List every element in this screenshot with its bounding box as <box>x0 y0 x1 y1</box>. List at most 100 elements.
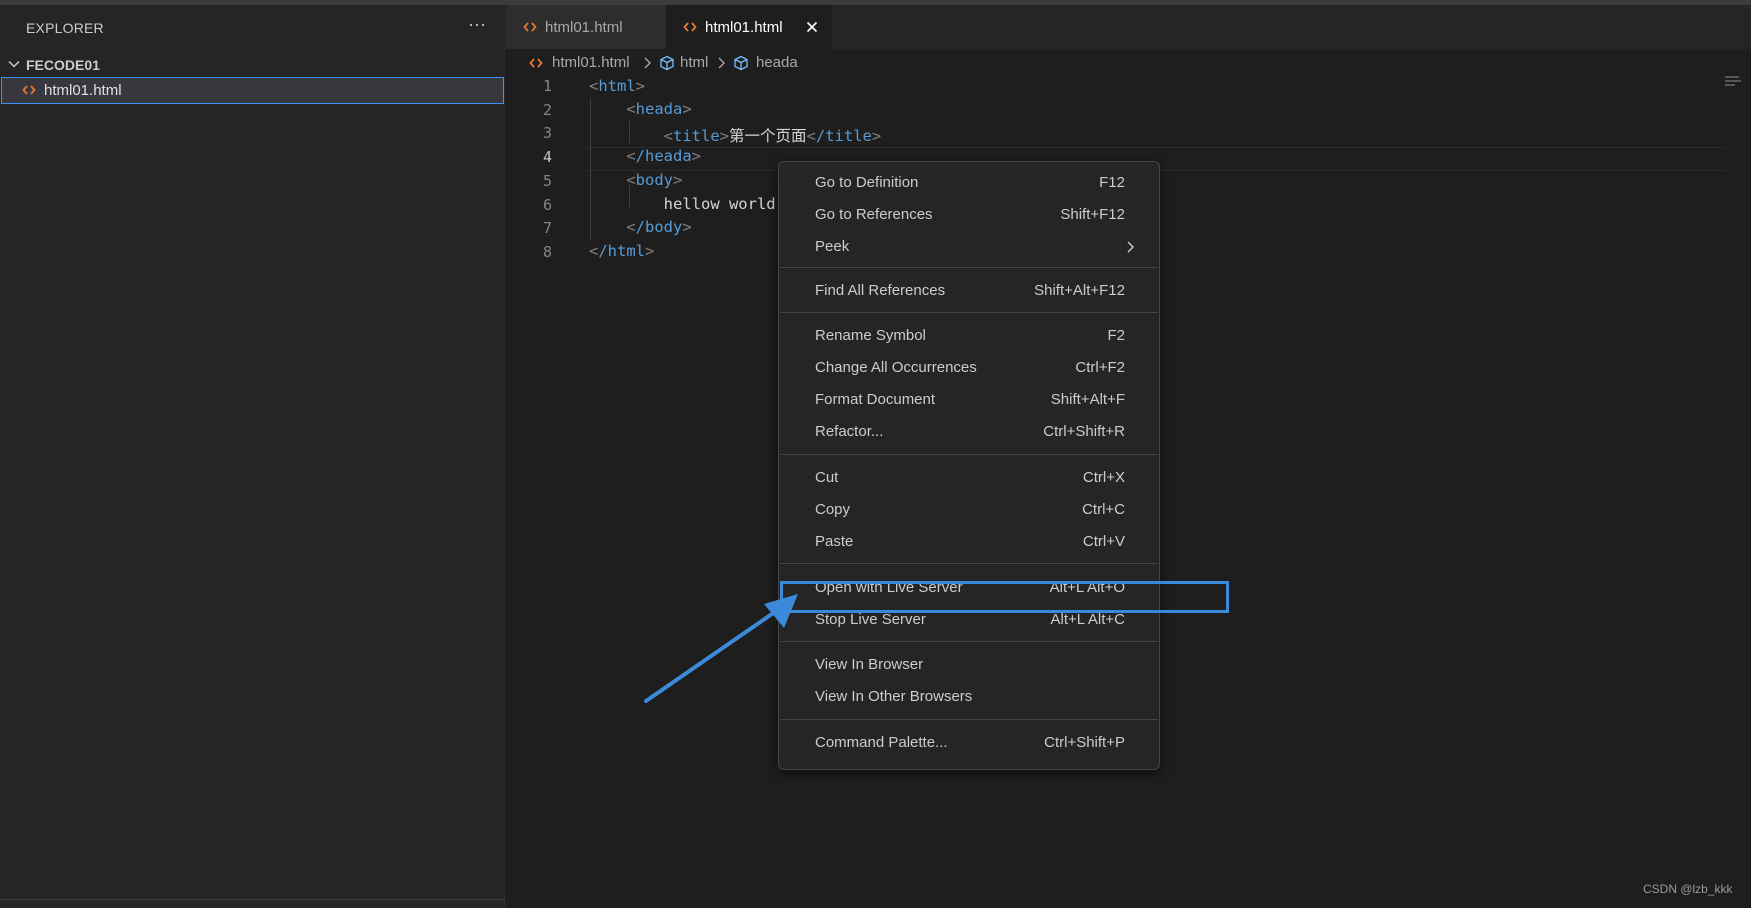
breadcrumb-item-html[interactable]: html <box>680 54 708 71</box>
tab-label: html01.html <box>705 19 783 36</box>
menu-item-shortcut: Shift+F12 <box>1060 206 1125 223</box>
menu-separator <box>780 312 1158 313</box>
code-line: <html> <box>589 77 646 95</box>
menu-item-shortcut: Ctrl+C <box>1082 501 1125 518</box>
explorer-sidebar: EXPLORER ··· FECODE01 html01.html <box>0 5 505 908</box>
line-number: 2 <box>542 101 552 119</box>
menu-item-cut[interactable]: Cut Ctrl+X <box>783 463 1155 493</box>
annotation-highlight-box <box>780 581 1229 613</box>
menu-item-label: View In Browser <box>815 656 924 673</box>
menu-item-shortcut: Ctrl+F2 <box>1075 359 1125 376</box>
breadcrumb-item-heada[interactable]: heada <box>756 54 798 71</box>
menu-item-label: Change All Occurrences <box>815 359 977 376</box>
chevron-right-icon <box>1127 241 1134 253</box>
html-file-icon <box>22 85 36 95</box>
line-number: 6 <box>542 196 552 214</box>
code-tag: html <box>598 77 636 95</box>
menu-item-command-palette[interactable]: Command Palette... Ctrl+Shift+P <box>783 728 1155 758</box>
menu-item-shortcut: Alt+L Alt+C <box>1050 611 1126 628</box>
code-line: hellow world <box>589 195 776 213</box>
more-actions-icon[interactable]: ··· <box>464 15 490 37</box>
menu-item-label: Format Document <box>815 391 936 408</box>
menu-item-view-in-other-browsers[interactable]: View In Other Browsers <box>783 682 1155 712</box>
symbol-cube-icon <box>734 55 748 71</box>
menu-item-label: Go to Definition <box>815 174 919 191</box>
line-number: 3 <box>542 124 552 142</box>
menu-item-change-all-occurrences[interactable]: Change All Occurrences Ctrl+F2 <box>783 353 1155 383</box>
code-tag: /heada <box>635 147 692 165</box>
menu-separator <box>780 563 1158 564</box>
menu-item-label: Copy <box>815 501 851 518</box>
line-number: 7 <box>542 219 552 237</box>
line-number: 5 <box>542 172 552 190</box>
code-text: 第一个页面 <box>729 127 807 145</box>
line-number: 4 <box>542 148 552 166</box>
folder-name: FECODE01 <box>26 57 100 73</box>
menu-item-copy[interactable]: Copy Ctrl+C <box>783 495 1155 525</box>
menu-item-paste[interactable]: Paste Ctrl+V <box>783 527 1155 557</box>
code-tag: /title <box>815 127 872 145</box>
code-line: </heada> <box>626 147 702 165</box>
watermark: CSDN @lzb_kkk <box>1643 882 1733 896</box>
menu-item-shortcut: Shift+Alt+F12 <box>1034 282 1125 299</box>
menu-item-go-to-definition[interactable]: Go to Definition F12 <box>783 168 1155 198</box>
sidebar-title: EXPLORER <box>26 20 104 36</box>
menu-item-view-in-browser[interactable]: View In Browser <box>783 650 1155 680</box>
menu-separator <box>780 454 1158 455</box>
menu-item-label: View In Other Browsers <box>815 688 973 705</box>
annotation-arrow-icon <box>644 594 798 703</box>
close-icon[interactable] <box>804 19 820 35</box>
breadcrumb-file[interactable]: html01.html <box>552 54 630 71</box>
tab-html01-preview[interactable]: html01.html <box>506 5 666 49</box>
minimap-slider-icon <box>1725 76 1741 86</box>
code-tag: heada <box>635 100 683 118</box>
menu-item-label: Rename Symbol <box>815 327 926 344</box>
code-tag: title <box>673 127 720 145</box>
menu-separator <box>780 267 1158 268</box>
tab-label: html01.html <box>545 19 623 36</box>
html-file-icon <box>683 22 697 32</box>
menu-item-go-to-references[interactable]: Go to References Shift+F12 <box>783 200 1155 230</box>
menu-item-label: Find All References <box>815 282 946 299</box>
code-text: hellow world <box>663 195 776 213</box>
code-tag: /html <box>598 242 646 260</box>
sidebar-divider <box>0 899 505 900</box>
breadcrumb: html01.html html heada <box>506 49 1751 77</box>
menu-item-shortcut: Ctrl+Shift+P <box>1044 734 1125 751</box>
chevron-down-icon <box>8 60 20 68</box>
editor-tab-bar: html01.html html01.html <box>506 5 1751 49</box>
menu-item-label: Peek <box>815 238 850 255</box>
html-file-icon <box>523 22 537 32</box>
code-line: <body> <box>626 171 683 189</box>
menu-item-find-all-references[interactable]: Find All References Shift+Alt+F12 <box>783 276 1155 306</box>
folder-row[interactable]: FECODE01 <box>0 51 505 77</box>
menu-item-format-document[interactable]: Format Document Shift+Alt+F <box>783 385 1155 415</box>
menu-item-refactor[interactable]: Refactor... Ctrl+Shift+R <box>783 417 1155 447</box>
menu-item-label: Stop Live Server <box>815 611 926 628</box>
context-menu: Go to Definition F12 Go to References Sh… <box>778 161 1160 770</box>
menu-item-rename-symbol[interactable]: Rename Symbol F2 <box>783 321 1155 351</box>
menu-item-label: Command Palette... <box>815 734 948 751</box>
code-line: <title>第一个页面</title> <box>663 127 882 145</box>
chevron-right-icon <box>718 57 725 69</box>
code-line: </html> <box>589 242 655 260</box>
tab-html01-active[interactable]: html01.html <box>666 5 832 49</box>
menu-item-peek[interactable]: Peek <box>783 232 1155 262</box>
code-line: <heada> <box>626 100 692 118</box>
menu-item-shortcut: F12 <box>1099 174 1125 191</box>
menu-item-label: Refactor... <box>815 423 884 440</box>
code-line: </body> <box>626 218 692 236</box>
line-number: 1 <box>542 77 552 95</box>
line-number: 8 <box>542 243 552 261</box>
symbol-cube-icon <box>660 55 674 71</box>
menu-item-label: Go to References <box>815 206 933 223</box>
menu-item-shortcut: F2 <box>1107 327 1125 344</box>
file-name: html01.html <box>44 82 122 99</box>
code-tag: body <box>635 171 673 189</box>
menu-separator <box>780 641 1158 642</box>
menu-item-shortcut: Ctrl+V <box>1082 533 1125 550</box>
menu-item-label: Paste <box>815 533 854 550</box>
sidebar-header: EXPLORER ··· <box>0 5 505 47</box>
chevron-right-icon <box>644 57 651 69</box>
file-item[interactable]: html01.html <box>1 77 504 104</box>
